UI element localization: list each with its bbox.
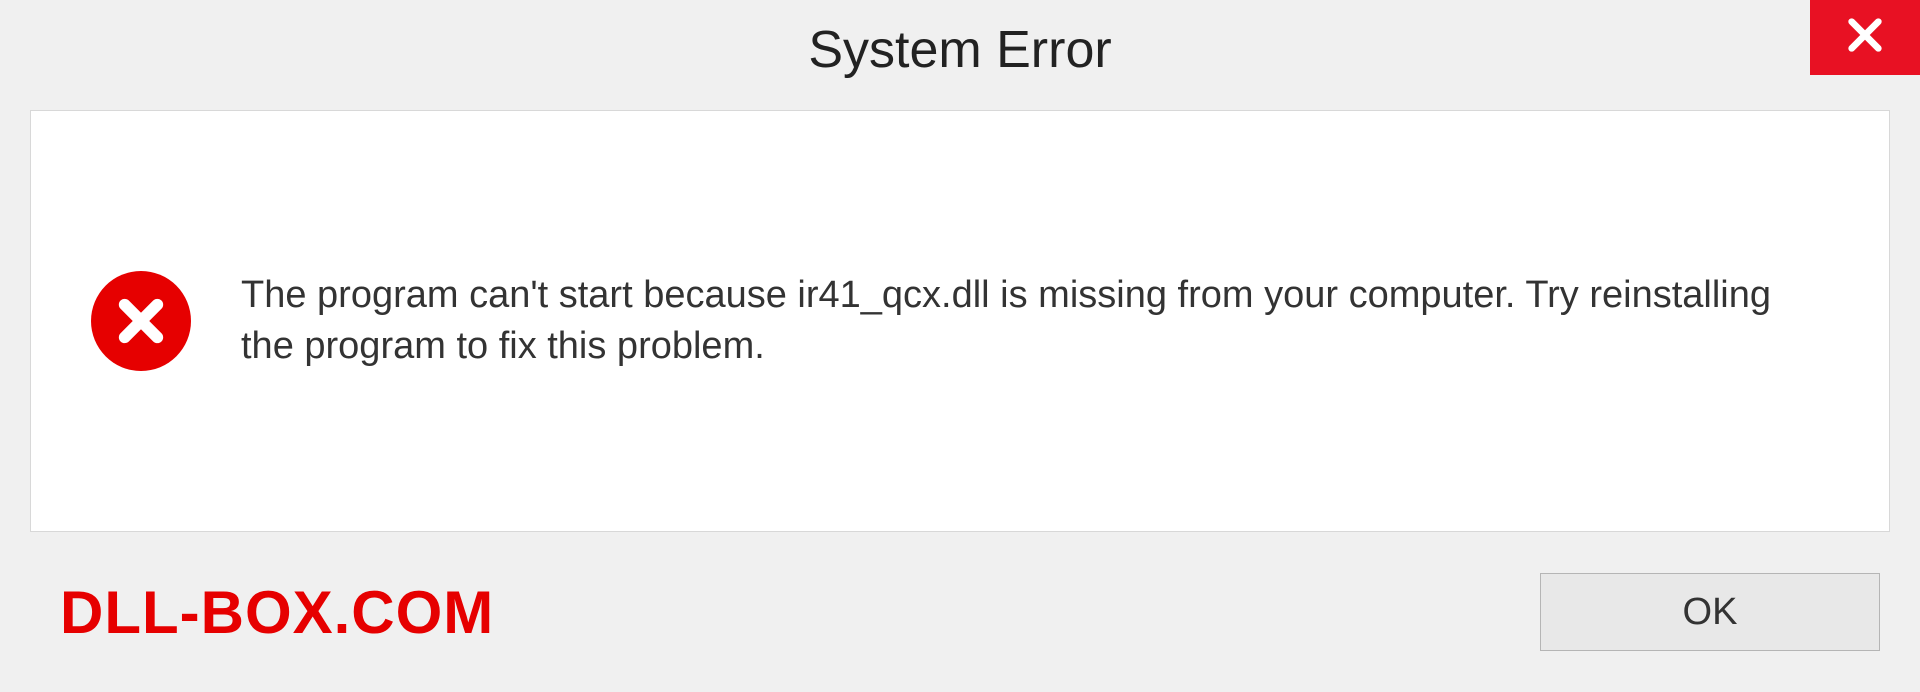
ok-button[interactable]: OK <box>1540 573 1880 651</box>
error-dialog: System Error The program can't start bec… <box>0 0 1920 692</box>
close-icon <box>1845 15 1885 60</box>
error-icon <box>91 271 191 371</box>
titlebar: System Error <box>0 0 1920 100</box>
error-message: The program can't start because ir41_qcx… <box>241 270 1829 373</box>
close-button[interactable] <box>1810 0 1920 75</box>
dialog-title: System Error <box>808 20 1111 80</box>
content-panel: The program can't start because ir41_qcx… <box>30 110 1890 532</box>
watermark-text: DLL-BOX.COM <box>60 578 494 647</box>
dialog-footer: DLL-BOX.COM OK <box>0 532 1920 692</box>
